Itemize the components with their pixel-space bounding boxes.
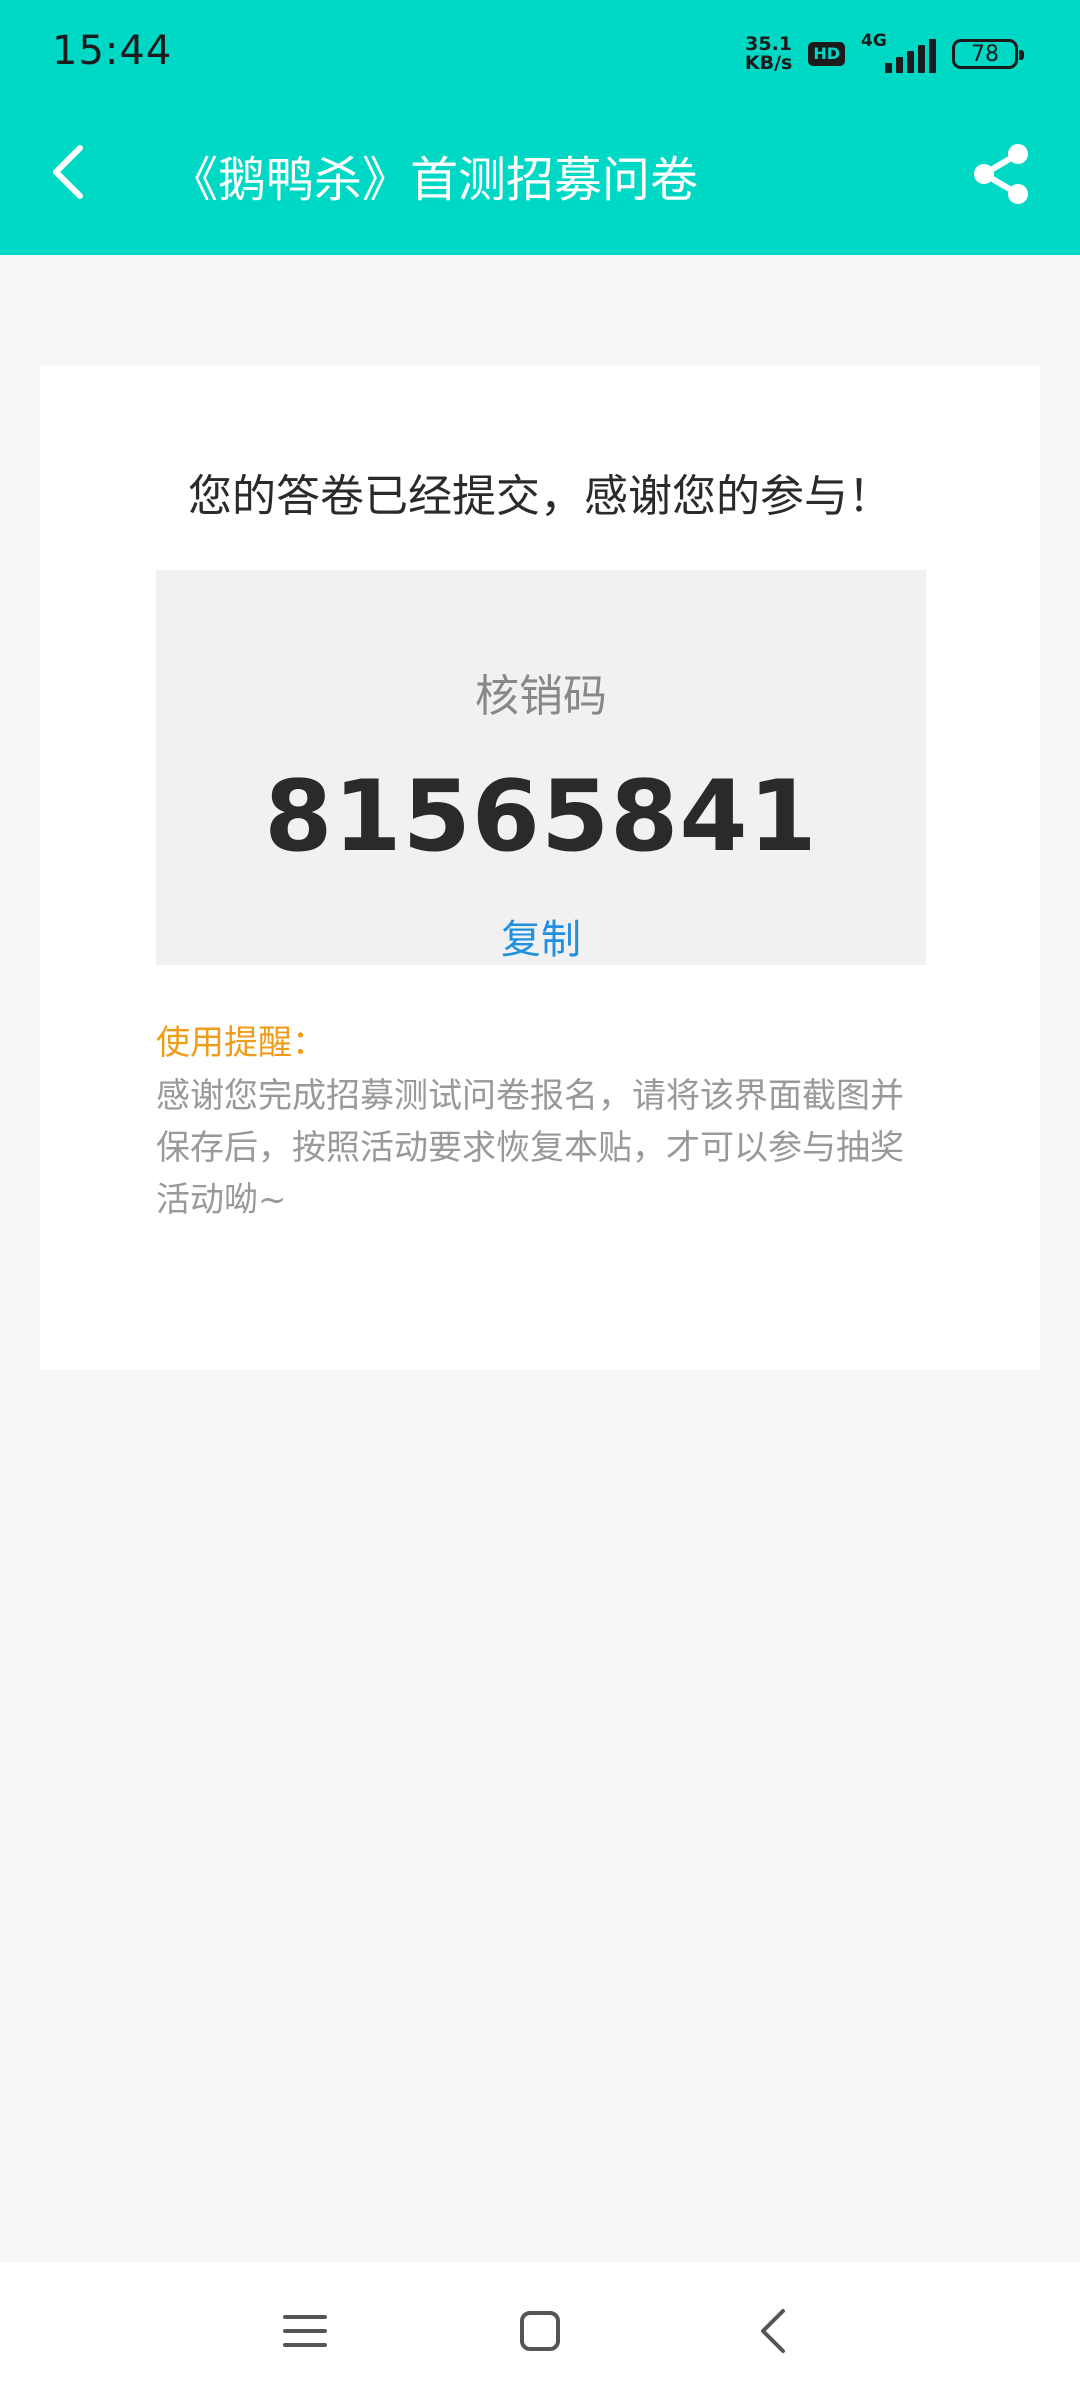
copy-button[interactable]: 复制 xyxy=(156,907,926,965)
home-button[interactable] xyxy=(470,2262,610,2400)
battery-icon: 78 xyxy=(952,39,1024,69)
share-button[interactable] xyxy=(968,140,1036,208)
hd-badge: HD xyxy=(808,42,845,66)
tip-line: 活动呦~ xyxy=(156,1180,287,1220)
redemption-code-box: 核销码 81565841 复制 xyxy=(156,570,926,965)
page-title: 《鹅鸭杀》首测招募问卷 xyxy=(170,152,699,208)
tip-title: 使用提醒： xyxy=(156,1023,326,1063)
status-icons: 35.1 KB/s HD 4G 78 xyxy=(745,30,1024,78)
network-speed: 35.1 KB/s xyxy=(745,35,792,73)
status-time: 15:44 xyxy=(52,28,173,74)
back-arrow-icon xyxy=(53,145,83,199)
back-icon xyxy=(761,2309,785,2353)
tip-body: 感谢您完成招募测试问卷报名，请将该界面截图并 保存后，按照活动要求恢复本贴，才可… xyxy=(156,1070,931,1226)
battery-level: 78 xyxy=(971,41,999,67)
system-navigation-bar xyxy=(0,2262,1080,2400)
nav-back-button[interactable] xyxy=(705,2262,845,2400)
share-icon xyxy=(974,144,1028,204)
home-icon xyxy=(520,2311,560,2351)
back-button[interactable] xyxy=(40,130,100,214)
redemption-code: 81565841 xyxy=(264,760,818,874)
menu-icon xyxy=(283,2315,327,2347)
network-type: 4G xyxy=(861,31,887,51)
result-card: 您的答卷已经提交，感谢您的参与！ 核销码 81565841 复制 使用提醒： 感… xyxy=(40,365,1040,1370)
tip-line: 感谢您完成招募测试问卷报名，请将该界面截图并 xyxy=(156,1076,904,1116)
success-message: 您的答卷已经提交，感谢您的参与！ xyxy=(188,471,892,522)
recent-apps-button[interactable] xyxy=(235,2262,375,2400)
app-header: 15:44 35.1 KB/s HD 4G 78 《鹅鸭杀》首测招募问卷 xyxy=(0,0,1080,255)
redemption-code-label: 核销码 xyxy=(475,671,607,722)
network-speed-unit: KB/s xyxy=(744,52,793,74)
signal-icon: 4G xyxy=(861,31,936,73)
tip-line: 保存后，按照活动要求恢复本贴，才可以参与抽奖 xyxy=(156,1128,904,1168)
